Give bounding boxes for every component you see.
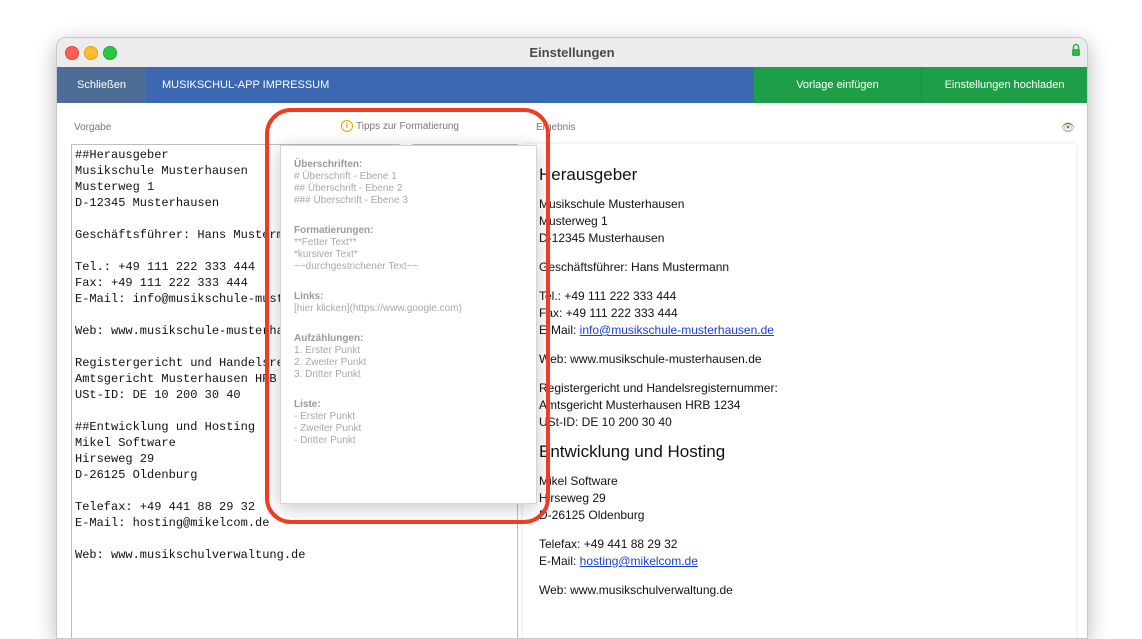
- result-contact: Tel.: +49 111 222 333 444 Fax: +49 111 2…: [539, 288, 1059, 339]
- result-heading-hosting: Entwicklung und Hosting: [539, 442, 726, 461]
- result-content: Herausgeber Musikschule Musterhausen Mus…: [539, 152, 1059, 611]
- source-label: Vorgabe: [74, 122, 112, 133]
- result-fax: Fax: +49 111 222 333 444: [539, 306, 678, 320]
- result-addr-line: Musikschule Musterhausen: [539, 197, 685, 211]
- result-ceo: Geschäftsführer: Hans Mustermann: [539, 260, 730, 274]
- eye-icon[interactable]: 👁: [1061, 121, 1075, 134]
- result-telefax: Telefax: +49 441 88 29 32: [539, 537, 678, 551]
- title-bar: Einstellungen: [57, 38, 1087, 68]
- result-email-link[interactable]: info@musikschule-musterhausen.de: [580, 323, 774, 337]
- result-web: Web: www.musikschule-musterhausen.de: [539, 352, 762, 366]
- result-tel: Tel.: +49 111 222 333 444: [539, 289, 677, 303]
- result-email2-prefix: E-Mail:: [539, 554, 580, 568]
- result-reg-line: Registergericht und Handelsregisternumme…: [539, 381, 778, 395]
- settings-window: Einstellungen Schließen MUSIKSCHUL-APP I…: [56, 37, 1088, 639]
- result-address: Musikschule Musterhausen Musterweg 1 D-1…: [539, 196, 1059, 247]
- insert-template-button[interactable]: Vorlage einfügen: [754, 67, 921, 103]
- result-dev-contact: Telefax: +49 441 88 29 32 E-Mail: hostin…: [539, 536, 1059, 570]
- result-web2: Web: www.musikschulverwaltung.de: [539, 583, 733, 597]
- result-register: Registergericht und Handelsregisternumme…: [539, 380, 1059, 431]
- toolbar-title: MUSIKSCHUL-APP IMPRESSUM: [162, 79, 330, 91]
- upload-settings-button[interactable]: Einstellungen hochladen: [922, 67, 1087, 103]
- result-heading-publisher: Herausgeber: [539, 165, 638, 184]
- result-addr-line: D-12345 Musterhausen: [539, 231, 665, 245]
- result-email2-link[interactable]: hosting@mikelcom.de: [580, 554, 698, 568]
- result-reg-line: USt-ID: DE 10 200 30 40: [539, 415, 672, 429]
- close-button[interactable]: Schließen: [57, 67, 146, 103]
- result-dev-line: Mikel Software: [539, 474, 618, 488]
- toolbar: Schließen MUSIKSCHUL-APP IMPRESSUM Vorla…: [57, 67, 1087, 103]
- result-dev-address: Mikel Software Hirseweg 29 D-26125 Olden…: [539, 473, 1059, 524]
- result-preview: Herausgeber Musikschule Musterhausen Mus…: [523, 144, 1076, 638]
- result-reg-line: Amtsgericht Musterhausen HRB 1234: [539, 398, 741, 412]
- highlight-annotation-frame: [265, 108, 550, 524]
- window-title: Einstellungen: [529, 45, 615, 60]
- result-dev-line: D-26125 Oldenburg: [539, 508, 645, 522]
- lock-icon: [1072, 43, 1080, 56]
